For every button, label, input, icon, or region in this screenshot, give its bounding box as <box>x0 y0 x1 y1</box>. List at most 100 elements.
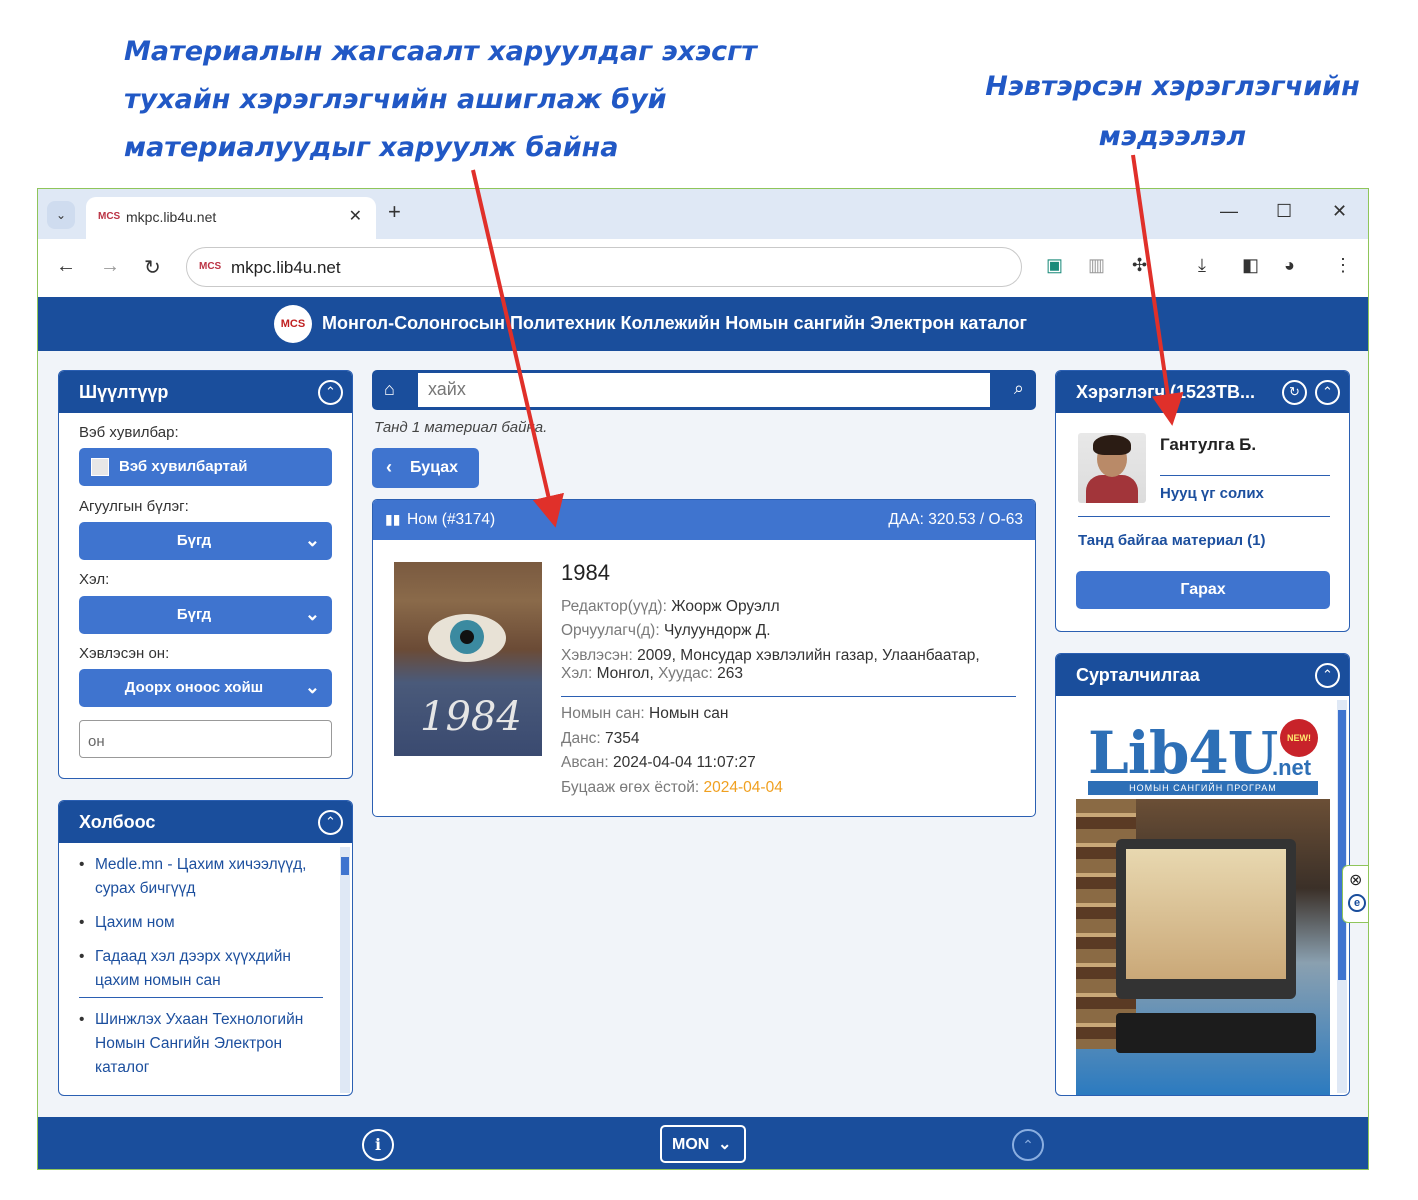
book-title[interactable]: 1984 <box>561 560 610 586</box>
borrowed-materials-link[interactable]: Танд байгаа материал (1) <box>1078 532 1266 549</box>
user-divider <box>1078 516 1330 517</box>
change-password-link[interactable]: Нууц үг солих <box>1160 485 1264 502</box>
profile-avatar-icon[interactable]: ◕ <box>1284 255 1295 276</box>
tab-search-button[interactable]: ⌄ <box>47 201 75 229</box>
collapse-user-icon[interactable]: ⌃ <box>1315 380 1340 405</box>
edge-tool-icon[interactable]: e <box>1348 894 1366 912</box>
side-panel-icon[interactable]: ◧ <box>1242 255 1259 276</box>
ad-monitor-shape <box>1116 839 1296 999</box>
extension-shield-icon[interactable]: ▣ <box>1046 255 1063 276</box>
new-tab-button[interactable]: + <box>388 199 401 225</box>
collapse-links-icon[interactable]: ⌃ <box>318 810 343 835</box>
annotation-right: Нэвтэрсэн хэрэглэгчийн мэдээлэл <box>985 62 1360 162</box>
back-button-label: Буцах <box>410 459 459 476</box>
back-arrow-icon[interactable]: ← <box>56 255 76 278</box>
filter-panel: Шүүлтүүр ⌃ Вэб хувилбар: Вэб хувилбартай… <box>58 370 353 779</box>
link-item-medle[interactable]: Medle.mn - Цахим хичээлүүд, сурах бичгүү… <box>79 853 323 901</box>
year-label: Хэвлэсэн он: <box>79 645 170 662</box>
annotation-right-line2: мэдээлэл <box>1098 121 1247 152</box>
tab-bar: ⌄ MCS mkpc.lib4u.net ✕ + — ☐ ✕ <box>38 189 1368 239</box>
avatar <box>1078 433 1146 503</box>
web-version-label: Вэб хувилбар: <box>79 424 179 441</box>
maximize-icon[interactable]: ☐ <box>1276 201 1292 222</box>
tab-title: mkpc.lib4u.net <box>126 209 217 225</box>
language-label: Хэл: <box>79 571 110 588</box>
cover-title-text: 1984 <box>420 694 522 740</box>
section-value: Бүгд <box>176 532 212 549</box>
book-published-row: Хэвлэсэн: 2009, Монсудар хэвлэлийн газар… <box>561 647 980 665</box>
info-icon[interactable]: i <box>362 1129 394 1161</box>
address-bar[interactable]: MCS mkpc.lib4u.net <box>186 247 1022 287</box>
close-tool-icon[interactable]: ⊗ <box>1349 870 1362 890</box>
ad-screen-shape <box>1126 849 1286 979</box>
reading-list-icon[interactable]: ▥ <box>1088 255 1105 276</box>
book-type-id: Ном (#3174) <box>407 511 496 528</box>
search-bar: ⌂ хайх ⌕ <box>372 370 1036 410</box>
language-value: Бүгд <box>176 606 212 623</box>
cover-pupil-shape <box>460 630 474 644</box>
browser-menu-icon[interactable]: ⋮ <box>1334 255 1352 276</box>
filter-panel-header: Шүүлтүүр ⌃ <box>59 371 352 413</box>
site-footer: i MON ⌄ ⌃ <box>38 1117 1368 1169</box>
browser-window: ⌄ MCS mkpc.lib4u.net ✕ + — ☐ ✕ ← → ↻ MCS… <box>37 188 1369 1170</box>
download-icon[interactable]: ⤓ <box>1198 255 1206 276</box>
book-classification: ДАА: 320.53 / О-63 <box>888 511 1023 528</box>
extensions-puzzle-icon[interactable]: ✣ <box>1132 255 1147 276</box>
account-value: 7354 <box>605 730 640 747</box>
section-select[interactable]: Бүгд ⌄ <box>79 522 332 560</box>
links-list: Medle.mn - Цахим хичээлүүд, сурах бичгүү… <box>59 843 343 1080</box>
logout-button[interactable]: Гарах <box>1076 571 1330 609</box>
published-value: 2009, Монсудар хэвлэлийн газар, Улаанбаа… <box>637 647 980 664</box>
refresh-icon[interactable]: ↻ <box>1282 380 1307 405</box>
translator-label: Орчуулагч(д): <box>561 622 660 639</box>
minimize-icon[interactable]: — <box>1220 201 1238 222</box>
year-mode-select[interactable]: Доорх оноос хойш ⌄ <box>79 669 332 707</box>
language-value: Монгол, <box>596 665 654 682</box>
close-window-icon[interactable]: ✕ <box>1332 201 1347 222</box>
editor-label: Редактор(уүд): <box>561 598 667 615</box>
link-item-ebook[interactable]: Цахим ном <box>79 911 323 935</box>
due-date-value: 2024-04-04 <box>703 779 783 796</box>
book-editor-row: Редактор(уүд): Жоорж Оруэлл <box>561 598 780 616</box>
reload-icon[interactable]: ↻ <box>144 255 161 280</box>
pages-value: 263 <box>717 665 744 682</box>
chevron-left-icon: ‹ <box>386 457 392 477</box>
home-icon[interactable]: ⌂ <box>384 379 395 400</box>
search-input[interactable]: хайх <box>418 373 990 407</box>
book-card[interactable]: ▮▮ Ном (#3174) ДАА: 320.53 / О-63 1984 1… <box>372 499 1036 817</box>
language-select[interactable]: Бүгд ⌄ <box>79 596 332 634</box>
annotation-left: Материалын жагсаалт харуулдаг эхэсгт тух… <box>124 28 804 172</box>
back-button[interactable]: ‹ Буцах <box>372 448 479 488</box>
annotation-left-line2: тухайн хэрэглэгчийн ашиглаж буй <box>124 84 667 115</box>
web-version-toggle[interactable]: Вэб хувилбартай <box>79 448 332 486</box>
collapse-filter-icon[interactable]: ⌃ <box>318 380 343 405</box>
year-input[interactable]: он <box>79 720 332 758</box>
published-label: Хэвлэсэн: <box>561 647 633 664</box>
book-cover[interactable]: 1984 <box>394 562 542 756</box>
links-scrollbar[interactable] <box>340 847 350 1093</box>
web-version-option: Вэб хувилбартай <box>119 458 248 475</box>
tab-close-icon[interactable]: ✕ <box>349 206 362 226</box>
avatar-hair-shape <box>1093 435 1131 455</box>
user-panel-title: Хэрэглэгч (1523ТВ... <box>1076 382 1256 402</box>
scroll-top-icon[interactable]: ⌃ <box>1012 1129 1044 1161</box>
borrowed-value: 2024-04-04 11:07:27 <box>612 754 756 771</box>
link-item-foreign-children[interactable]: Гадаад хэл дээрх хүүхдийн цахим номын са… <box>79 945 323 998</box>
annotation-right-line1: Нэвтэрсэн хэрэглэгчийн <box>985 71 1360 102</box>
link-item-science-catalog[interactable]: Шинжлэх Ухаан Технологийн Номын Сангийн … <box>79 1008 323 1080</box>
forward-arrow-icon[interactable]: → <box>100 255 120 278</box>
tab-favicon-icon: MCS <box>98 211 121 222</box>
result-count: Танд 1 материал байна. <box>374 419 548 436</box>
search-icon[interactable]: ⌕ <box>1014 378 1024 399</box>
language-selector[interactable]: MON ⌄ <box>660 1125 746 1163</box>
due-label: Буцааж өгөх ёстой: <box>561 779 700 796</box>
pages-label: Хуудас: <box>658 665 713 682</box>
ad-banner[interactable]: Lib4U .net NEW! НОМЫН САНГИЙН ПРОГРАМ <box>1076 715 1330 1095</box>
browser-tab[interactable]: MCS mkpc.lib4u.net ✕ <box>86 197 376 239</box>
ads-scroll-thumb[interactable] <box>1338 710 1346 980</box>
collapse-ads-icon[interactable]: ⌃ <box>1315 663 1340 688</box>
web-version-checkbox[interactable] <box>91 458 109 476</box>
links-scroll-thumb[interactable] <box>341 857 349 875</box>
site-logo[interactable]: MCS <box>274 305 312 343</box>
language-label: Хэл: <box>561 665 593 682</box>
